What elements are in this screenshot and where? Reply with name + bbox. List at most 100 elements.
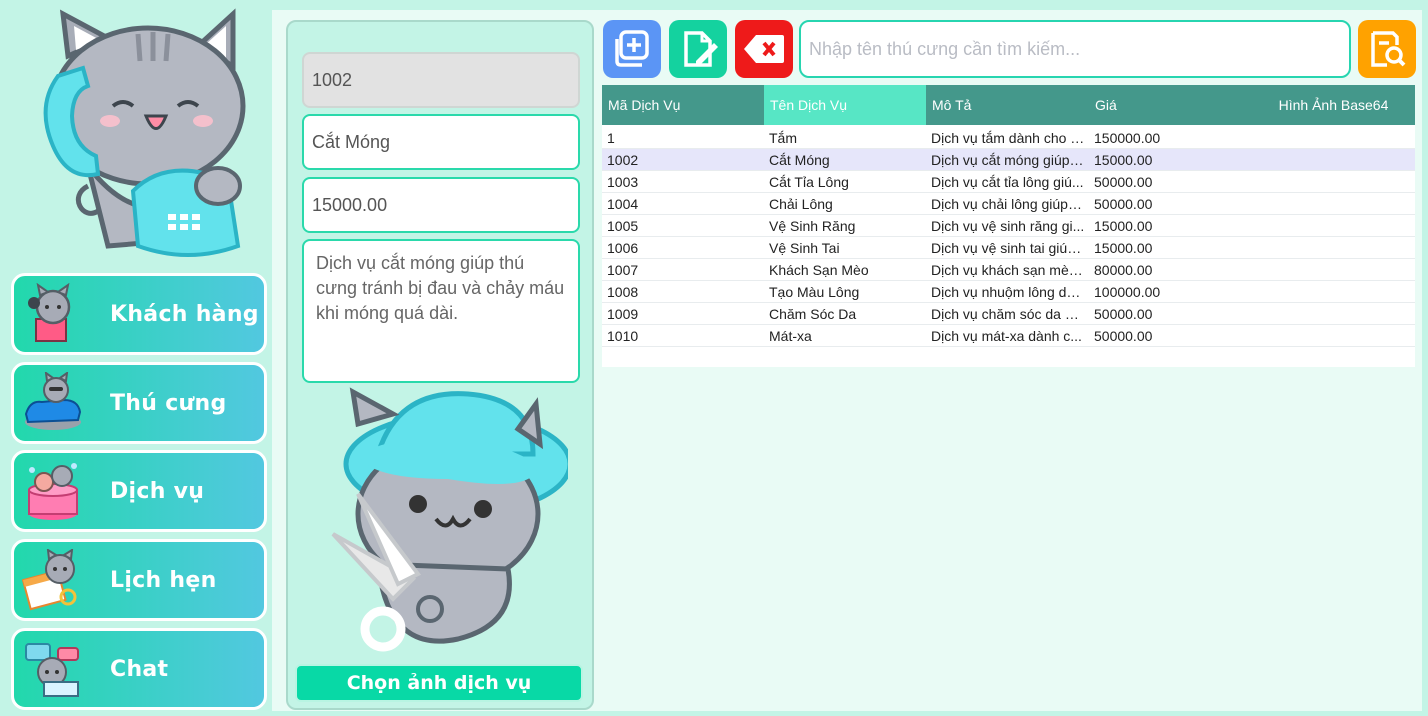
- nav-label: Thú cưng: [110, 390, 227, 416]
- edit-button[interactable]: [669, 20, 727, 78]
- table-cell: [1252, 259, 1415, 280]
- nav-lich-hen-button[interactable]: Lịch hẹn: [11, 539, 267, 621]
- service-id-field[interactable]: 1002: [302, 52, 580, 108]
- table-cell: 1: [607, 129, 615, 146]
- service-price-field[interactable]: 15000.00: [302, 177, 580, 233]
- table-row[interactable]: 1005 Vệ Sinh Răng Dịch vụ vệ sinh răng g…: [602, 215, 1415, 237]
- table-cell: Tắm: [769, 129, 797, 146]
- table-cell: 1005: [607, 217, 639, 234]
- cell-text: Dịch vụ vệ sinh tai giúp...: [931, 239, 1085, 256]
- table-cell: 150000.00: [1094, 129, 1161, 146]
- nav-dich-vu-button[interactable]: Dịch vụ: [11, 450, 267, 532]
- column-header[interactable]: Mô Tả: [926, 85, 1089, 125]
- sidebar: Khách hàng Thú cưng Dịch vụ Lịch hẹn Cha…: [0, 0, 272, 716]
- table-cell: Tạo Màu Lông: [769, 283, 860, 300]
- table-row[interactable]: 1009 Chăm Sóc Da Dịch vụ chăm sóc da dà.…: [602, 303, 1415, 325]
- customer-cat-icon: [28, 283, 71, 342]
- nav-khach-hang-button[interactable]: Khách hàng: [11, 273, 267, 355]
- main-panel: 1002 Cắt Móng 15000.00 Dịch vụ cắt móng …: [272, 10, 1422, 711]
- table-cell: Vệ Sinh Răng: [769, 217, 856, 234]
- table-cell: 15000.00: [1094, 239, 1153, 256]
- table-cell: Dịch vụ nhuộm lông dà...: [926, 281, 1089, 302]
- service-bath-cat-icon: [28, 463, 78, 520]
- table-cell: [1252, 237, 1415, 258]
- table-row[interactable]: 1003 Cắt Tỉa Lông Dịch vụ cắt tỉa lông g…: [602, 171, 1415, 193]
- table-cell: Mát-xa: [769, 327, 812, 344]
- table-cell: [1252, 149, 1415, 170]
- table-row[interactable]: 1008 Tạo Màu Lông Dịch vụ nhuộm lông dà.…: [602, 281, 1415, 303]
- cell-text: Dịch vụ vệ sinh răng gi...: [931, 217, 1085, 234]
- table-cell: 50000.00: [1094, 327, 1153, 344]
- table-cell: [1252, 215, 1415, 236]
- table-cell: 1008: [607, 283, 639, 300]
- add-button[interactable]: [603, 20, 661, 78]
- table-row[interactable]: 1002 Cắt Móng Dịch vụ cắt móng giúp ... …: [602, 149, 1415, 171]
- table-cell: 1006: [607, 239, 639, 256]
- table-cell: [1252, 281, 1415, 302]
- add-icon: [615, 30, 649, 67]
- table-cell: Dịch vụ tắm dành cho c...: [926, 127, 1089, 148]
- table-cell: Dịch vụ mát-xa dành c...: [926, 325, 1089, 346]
- search-input[interactable]: [799, 20, 1351, 78]
- table-cell: [1252, 303, 1415, 324]
- cat-phone-mascot: [43, 8, 246, 257]
- table-cell: Dịch vụ cắt tỉa lông giú...: [926, 171, 1089, 192]
- column-header[interactable]: Tên Dịch Vụ: [764, 85, 926, 125]
- column-header[interactable]: Hình Ảnh Base64: [1252, 85, 1415, 125]
- table-cell: Vệ Sinh Tai: [769, 239, 840, 256]
- services-table: Mã Dịch Vụ Tên Dịch Vụ Mô Tả Giá Hình Ản…: [602, 85, 1415, 367]
- table-header: Mã Dịch Vụ Tên Dịch Vụ Mô Tả Giá Hình Ản…: [602, 85, 1415, 125]
- table-cell: 1002: [607, 151, 639, 168]
- search-icon: [1371, 31, 1406, 67]
- table-row[interactable]: 1004 Chải Lông Dịch vụ chải lông giúp l.…: [602, 193, 1415, 215]
- pet-car-cat-icon: [24, 372, 82, 430]
- table-cell: 15000.00: [1094, 151, 1153, 168]
- table-cell: 1007: [607, 261, 639, 278]
- cell-text: Dịch vụ cắt tỉa lông giú...: [931, 173, 1084, 190]
- service-description-field[interactable]: Dịch vụ cắt móng giúp thú cưng tránh bị …: [302, 239, 580, 383]
- column-header[interactable]: Giá: [1089, 85, 1252, 125]
- column-header[interactable]: Mã Dịch Vụ: [602, 85, 764, 125]
- table-cell: Cắt Móng: [769, 151, 830, 168]
- table-cell: Chăm Sóc Da: [769, 305, 857, 322]
- table-cell: [1252, 325, 1415, 346]
- table-cell: Dịch vụ vệ sinh tai giúp...: [926, 237, 1089, 258]
- table-cell: Dịch vụ cắt móng giúp ...: [926, 149, 1089, 170]
- table-cell: Khách Sạn Mèo: [769, 261, 869, 278]
- table-row[interactable]: 1010 Mát-xa Dịch vụ mát-xa dành c... 500…: [602, 325, 1415, 347]
- table-row[interactable]: 1007 Khách Sạn Mèo Dịch vụ khách sạn mèo…: [602, 259, 1415, 281]
- choose-image-button[interactable]: Chọn ảnh dịch vụ: [295, 664, 583, 702]
- table-cell: 1009: [607, 305, 639, 322]
- nav-thu-cung-button[interactable]: Thú cưng: [11, 362, 267, 444]
- service-form: 1002 Cắt Móng 15000.00 Dịch vụ cắt móng …: [286, 20, 594, 710]
- table-cell: Cắt Tỉa Lông: [769, 173, 849, 190]
- cell-text: Dịch vụ tắm dành cho c...: [931, 129, 1085, 146]
- table-cell: 1010: [607, 327, 639, 344]
- calendar-cat-icon: [22, 549, 77, 611]
- nav-label: Dịch vụ: [110, 478, 205, 504]
- table-cell: 100000.00: [1094, 283, 1161, 300]
- table-cell: 1003: [607, 173, 639, 190]
- cell-text: Dịch vụ chải lông giúp l...: [931, 195, 1085, 212]
- table-body: 1 Tắm Dịch vụ tắm dành cho c... 150000.0…: [602, 125, 1415, 347]
- table-cell: 50000.00: [1094, 173, 1153, 190]
- table-cell: Dịch vụ chải lông giúp l...: [926, 193, 1089, 214]
- table-row[interactable]: 1 Tắm Dịch vụ tắm dành cho c... 150000.0…: [602, 127, 1415, 149]
- nav-label: Chat: [110, 656, 169, 682]
- table-row[interactable]: 1006 Vệ Sinh Tai Dịch vụ vệ sinh tai giú…: [602, 237, 1415, 259]
- nav-chat-button[interactable]: Chat: [11, 628, 267, 710]
- nav-label: Lịch hẹn: [110, 567, 217, 593]
- table-cell: 80000.00: [1094, 261, 1153, 278]
- table-cell: [1252, 127, 1415, 148]
- cell-text: Dịch vụ cắt móng giúp ...: [931, 151, 1085, 168]
- cell-text: Dịch vụ mát-xa dành c...: [931, 327, 1082, 344]
- cell-text: Dịch vụ chăm sóc da dà...: [931, 305, 1085, 322]
- table-cell: Chải Lông: [769, 195, 833, 212]
- table-cell: Dịch vụ chăm sóc da dà...: [926, 303, 1089, 324]
- chat-cat-icon: [25, 643, 79, 697]
- table-cell: 50000.00: [1094, 195, 1153, 212]
- delete-button[interactable]: [735, 20, 793, 78]
- search-button[interactable]: [1358, 20, 1416, 78]
- service-name-field[interactable]: Cắt Móng: [302, 114, 580, 170]
- table-cell: Dịch vụ khách sạn mèo...: [926, 259, 1089, 280]
